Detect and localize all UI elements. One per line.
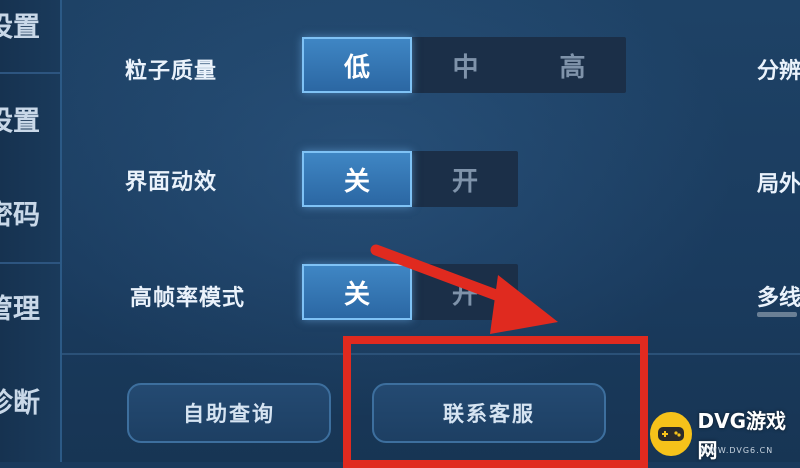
gamepad-logo-icon: [650, 412, 692, 456]
watermark-subtext: WWW.DVG6.CN: [700, 446, 774, 455]
arrow-head: [490, 275, 558, 334]
annotation-highlight-box: [343, 336, 648, 468]
